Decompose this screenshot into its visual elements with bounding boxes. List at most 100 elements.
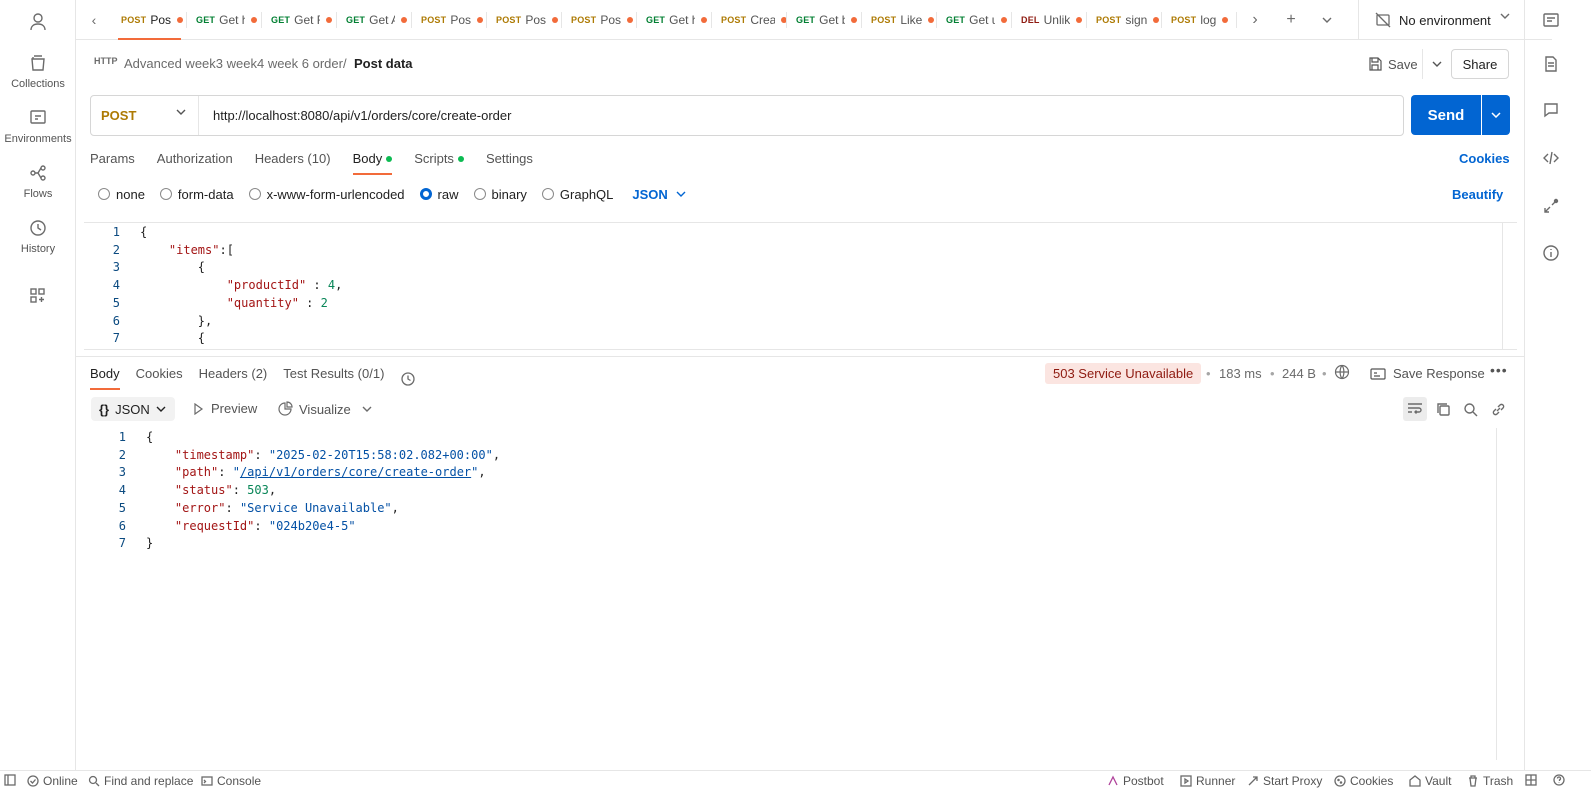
console-button[interactable]: Console — [201, 774, 261, 788]
preview-button[interactable]: Preview — [192, 401, 257, 416]
response-tab-headers[interactable]: Headers (2) — [199, 360, 268, 390]
response-format-select[interactable]: {} JSON — [91, 397, 175, 421]
help-button[interactable] — [1553, 774, 1569, 786]
chevron-down-icon[interactable] — [361, 403, 373, 415]
tab-scripts[interactable]: Scripts — [414, 145, 464, 175]
layout-button[interactable] — [1525, 774, 1541, 786]
request-tab[interactable]: POST Pos — [562, 0, 637, 40]
search-button[interactable] — [1458, 397, 1482, 421]
tabs-scroll-right-button[interactable]: › — [1237, 0, 1273, 40]
request-tab[interactable]: GETGet F — [262, 0, 337, 40]
unsaved-indicator — [251, 16, 258, 23]
response-body-viewer[interactable]: 1 {2 "timestamp": "2025-02-20T15:58:02.08… — [90, 428, 1510, 760]
save-button[interactable]: Save — [1362, 49, 1424, 79]
online-status[interactable]: Online — [27, 774, 78, 788]
tab-authorization[interactable]: Authorization — [157, 145, 233, 175]
send-options-button[interactable] — [1482, 95, 1510, 135]
request-tab[interactable]: DEL Unlik — [1012, 0, 1087, 40]
body-format-select[interactable]: JSON — [632, 187, 686, 202]
related-collections-button[interactable] — [1539, 194, 1563, 218]
trash-button[interactable]: Trash — [1467, 774, 1513, 788]
method-value: POST — [101, 108, 137, 123]
find-replace-button[interactable]: Find and replace — [88, 774, 193, 788]
workspace-settings-button[interactable] — [1539, 8, 1563, 32]
request-tab[interactable]: POST sign — [1087, 0, 1162, 40]
radio-form-data[interactable]: form-data — [159, 187, 234, 202]
response-tab-cookies[interactable]: Cookies — [136, 360, 183, 390]
copy-button[interactable] — [1431, 397, 1455, 421]
response-tab-test-results[interactable]: Test Results (0/1) — [283, 360, 384, 390]
request-tab[interactable]: GETGet b — [787, 0, 862, 40]
request-tab[interactable]: POST Pos — [112, 0, 187, 40]
radio-binary[interactable]: binary — [473, 187, 527, 202]
editor-scrollbar[interactable] — [1502, 223, 1503, 349]
sidebar-item-label: Environments — [4, 133, 72, 145]
request-tab[interactable]: GETGet u — [937, 0, 1012, 40]
request-tab[interactable]: POST Like — [862, 0, 937, 40]
runner-button[interactable]: Runner — [1180, 774, 1235, 788]
tabs-scroll-left-button[interactable]: ‹ — [76, 0, 112, 40]
tab-headers[interactable]: Headers (10) — [255, 145, 331, 175]
new-tab-button[interactable]: + — [1273, 0, 1309, 40]
line-number: 6 — [118, 518, 126, 533]
tab-method: POST — [496, 14, 522, 25]
send-button[interactable]: Send — [1411, 95, 1481, 135]
pane-divider[interactable] — [76, 356, 1524, 357]
tabs-dropdown-button[interactable] — [1309, 0, 1345, 40]
sidebar-item-history[interactable]: History — [0, 217, 76, 267]
sidebar-item-add-workbench[interactable] — [0, 285, 76, 335]
response-scrollbar[interactable] — [1496, 428, 1497, 760]
code-content: "error": "Service Unavailable", — [146, 499, 399, 517]
request-tab[interactable]: GETGet h — [187, 0, 262, 40]
request-title[interactable]: Post data — [354, 56, 413, 71]
wrap-lines-button[interactable] — [1403, 397, 1427, 421]
start-proxy-button[interactable]: Start Proxy — [1247, 774, 1322, 788]
method-select[interactable]: POST — [91, 96, 199, 135]
visualize-label: Visualize — [299, 401, 351, 417]
comments-button[interactable] — [1539, 98, 1563, 122]
request-tab[interactable]: POST Pos — [487, 0, 562, 40]
request-tab[interactable]: POST log — [1162, 0, 1237, 40]
sidebar-item-environments[interactable]: Environments — [0, 107, 76, 157]
cookies-statusbar-button[interactable]: Cookies — [1334, 774, 1393, 788]
save-options-button[interactable] — [1422, 49, 1450, 79]
network-info-button[interactable] — [1334, 364, 1350, 380]
radio-none[interactable]: none — [98, 187, 145, 202]
radio-graphql[interactable]: GraphQL — [541, 187, 613, 202]
request-tab[interactable]: GETGet A — [337, 0, 412, 40]
radio-raw[interactable]: raw — [419, 187, 459, 202]
code-snippet-button[interactable] — [1539, 146, 1563, 170]
tab-params[interactable]: Params — [90, 145, 135, 175]
request-tab[interactable]: GETGet h — [637, 0, 712, 40]
request-body-editor[interactable]: 1 {2 "items":[3 {4 "productId" : 4, 5 "qua… — [84, 222, 1517, 350]
radio-x-www-form-urlencoded[interactable]: x-www-form-urlencoded — [248, 187, 405, 202]
breadcrumb-collection[interactable]: Advanced week3 week4 week 6 order — [124, 56, 343, 71]
response-history-button[interactable] — [400, 360, 416, 390]
more-options-button[interactable]: ••• — [1490, 362, 1508, 378]
sidebar-item-collections[interactable]: Collections — [0, 52, 76, 102]
beautify-button[interactable]: Beautify — [1452, 187, 1503, 202]
path-link[interactable]: /api/v1/orders/core/create-order — [240, 465, 471, 479]
share-button[interactable]: Share — [1451, 49, 1509, 79]
documentation-button[interactable] — [1539, 52, 1563, 76]
profile-button[interactable] — [24, 8, 52, 36]
request-tab[interactable]: POST Crea — [712, 0, 787, 40]
url-input[interactable]: http://localhost:8080/api/v1/orders/core… — [199, 96, 1403, 135]
tab-body[interactable]: Body — [352, 145, 393, 175]
tab-settings[interactable]: Settings — [486, 145, 533, 175]
status-badge[interactable]: 503 Service Unavailable — [1045, 363, 1202, 384]
vault-button[interactable]: Vault — [1409, 774, 1451, 788]
toggle-sidebar-button[interactable] — [4, 774, 20, 786]
link-button[interactable] — [1486, 397, 1510, 421]
response-size[interactable]: 244 B — [1282, 366, 1316, 381]
info-button[interactable] — [1539, 241, 1563, 265]
save-response-button[interactable]: Save Response — [1370, 366, 1485, 381]
response-time[interactable]: 183 ms — [1219, 366, 1262, 381]
visualize-button[interactable]: Visualize — [277, 401, 351, 417]
response-tab-body[interactable]: Body — [90, 360, 120, 390]
request-tab[interactable]: POST Pos — [412, 0, 487, 40]
cookies-link[interactable]: Cookies — [1459, 151, 1510, 166]
sidebar-item-flows[interactable]: Flows — [0, 162, 76, 212]
environment-select[interactable]: No environment — [1358, 0, 1524, 40]
postbot-button[interactable]: Postbot — [1107, 774, 1164, 788]
